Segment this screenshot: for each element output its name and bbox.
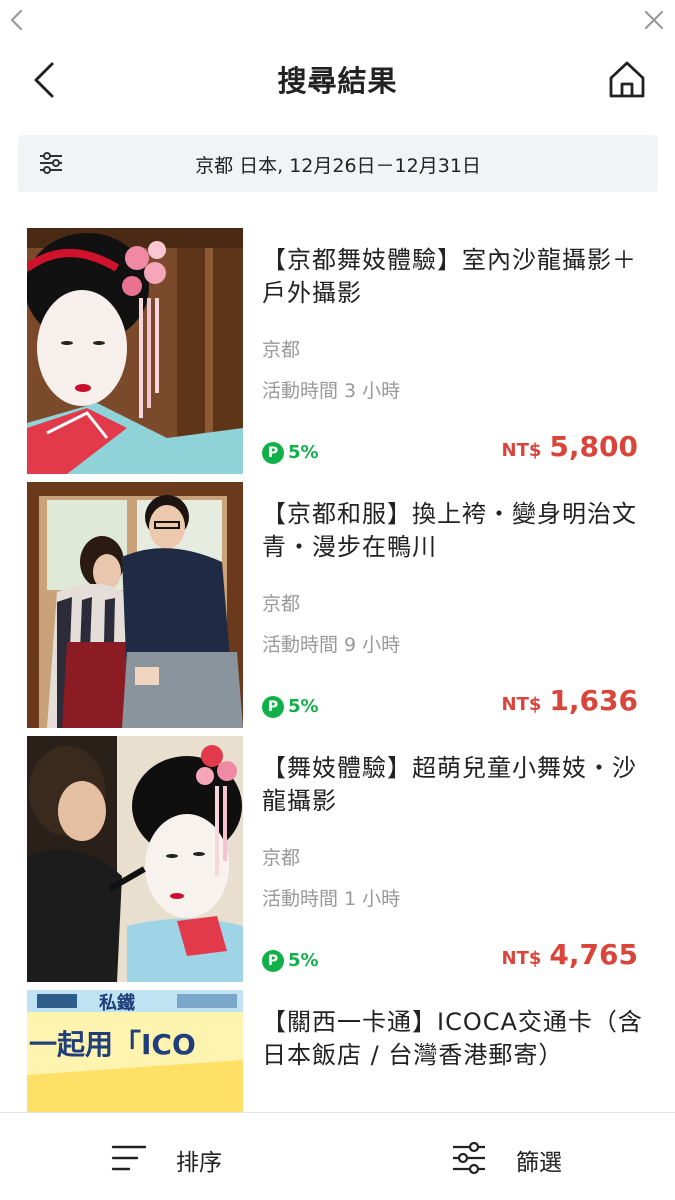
product-title[interactable]: 【京都舞妓體驗】室內沙龍攝影＋戶外攝影	[262, 244, 652, 310]
points-icon: P	[262, 696, 284, 718]
points-rate: 5%	[288, 950, 319, 971]
product-title[interactable]: 【舞妓體驗】超萌兒童小舞妓・沙龍攝影	[262, 752, 652, 818]
product-duration: 活動時間 1 小時	[262, 888, 401, 910]
home-icon[interactable]	[607, 58, 647, 100]
product-location: 京都	[262, 339, 301, 361]
bottom-action-bar: 排序 篩選	[0, 1112, 675, 1200]
product-image	[27, 736, 243, 982]
page-title: 搜尋結果	[277, 64, 398, 98]
points-icon: P	[262, 950, 284, 972]
product-location: 京都	[262, 847, 301, 869]
product-price: NT$ 4,765	[502, 938, 638, 971]
product-title[interactable]: 【關西一卡通】ICOCA交通卡（含日本飯店 / 台灣香港郵寄）	[262, 1006, 652, 1072]
sort-button[interactable]: 排序	[110, 1135, 240, 1179]
price-currency: NT$	[501, 694, 542, 715]
list-item[interactable]: 【京都和服】換上袴・變身明治文青・漫步在鴨川 京都 活動時間 9 小時 P 5%…	[0, 482, 675, 730]
list-item[interactable]: 私鐵 一起用「ICO 【關西一卡通】ICOCA交通卡（含日本飯店 / 台灣香港郵…	[0, 990, 675, 1112]
product-price: NT$ 5,800	[502, 430, 638, 463]
price-currency: NT$	[501, 440, 542, 461]
chevron-left-icon[interactable]	[6, 8, 28, 32]
points-rate: 5%	[288, 696, 319, 717]
price-amount: 5,800	[549, 430, 638, 463]
header: 搜尋結果	[0, 40, 675, 122]
product-image: 私鐵 一起用「ICO	[27, 990, 243, 1112]
price-currency: NT$	[501, 948, 542, 969]
list-item[interactable]: 【京都舞妓體驗】室內沙龍攝影＋戶外攝影 京都 活動時間 3 小時 P 5% NT…	[0, 228, 675, 476]
product-duration: 活動時間 3 小時	[262, 380, 401, 402]
search-summary-bar[interactable]: 京都 日本, 12月26日－12月31日	[18, 135, 658, 192]
product-image	[27, 228, 243, 474]
banner-top-text: 私鐵	[99, 992, 135, 1014]
top-bar	[0, 0, 675, 40]
product-image	[27, 482, 243, 728]
search-summary-text: 京都 日本, 12月26日－12月31日	[195, 155, 481, 177]
filter-label: 篩選	[516, 1150, 562, 1176]
banner-main-text: 一起用「ICO	[29, 1028, 196, 1061]
price-amount: 4,765	[549, 938, 638, 971]
points-icon: P	[262, 442, 284, 464]
close-icon[interactable]	[643, 9, 665, 31]
points-rate: 5%	[288, 442, 319, 463]
sort-icon	[111, 1145, 147, 1171]
product-price: NT$ 1,636	[502, 684, 638, 717]
filter-sliders-icon	[453, 1141, 485, 1175]
product-title[interactable]: 【京都和服】換上袴・變身明治文青・漫步在鴨川	[262, 498, 652, 564]
price-amount: 1,636	[549, 684, 638, 717]
filter-button[interactable]: 篩選	[450, 1135, 580, 1179]
product-duration: 活動時間 9 小時	[262, 634, 401, 656]
list-item[interactable]: 【舞妓體驗】超萌兒童小舞妓・沙龍攝影 京都 活動時間 1 小時 P 5% NT$…	[0, 736, 675, 984]
product-location: 京都	[262, 593, 301, 615]
sort-label: 排序	[176, 1150, 222, 1176]
